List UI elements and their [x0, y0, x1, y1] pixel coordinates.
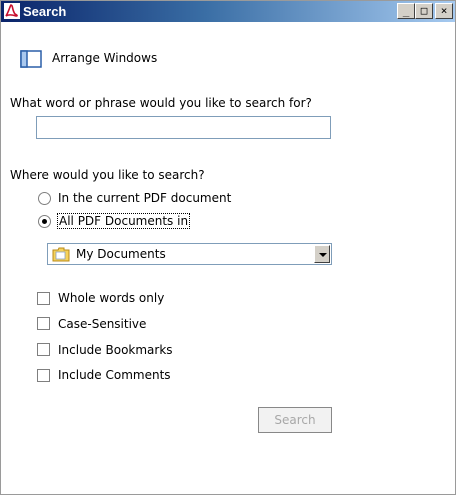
arrange-windows-label: Arrange Windows — [52, 51, 158, 65]
search-window: Search _ □ × Arrange Windows What word o… — [0, 0, 456, 495]
close-button[interactable]: × — [435, 3, 453, 19]
radio-selected-dot — [42, 219, 47, 224]
checkbox[interactable] — [37, 292, 50, 305]
checkbox-label: Include Bookmarks — [58, 343, 173, 357]
search-input[interactable] — [36, 116, 331, 139]
checkbox-label: Include Comments — [58, 368, 171, 382]
radio-button[interactable] — [38, 215, 51, 228]
checkbox-label: Whole words only — [58, 291, 165, 305]
minimize-button[interactable]: _ — [397, 3, 415, 19]
title-bar[interactable]: Search _ □ × — [1, 1, 455, 22]
radio-label: All PDF Documents in — [57, 213, 191, 229]
dropdown-arrow-icon[interactable] — [314, 245, 330, 263]
checkbox[interactable] — [37, 343, 50, 356]
search-prompt: What word or phrase would you like to se… — [10, 96, 312, 110]
location-value: My Documents — [76, 247, 166, 261]
checkbox[interactable] — [37, 317, 50, 330]
scope-prompt: Where would you like to search? — [10, 168, 205, 182]
checkbox-label: Case-Sensitive — [58, 317, 147, 331]
search-button[interactable]: Search — [258, 407, 332, 433]
radio-button[interactable] — [38, 192, 51, 205]
location-select[interactable]: My Documents — [47, 243, 332, 265]
window-title: Search — [23, 4, 67, 19]
folder-icon — [52, 247, 70, 262]
radio-label: In the current PDF document — [58, 191, 232, 205]
acrobat-icon — [4, 3, 20, 19]
checkbox[interactable] — [37, 369, 50, 382]
arrange-windows-icon — [20, 50, 42, 68]
maximize-button[interactable]: □ — [415, 3, 433, 19]
